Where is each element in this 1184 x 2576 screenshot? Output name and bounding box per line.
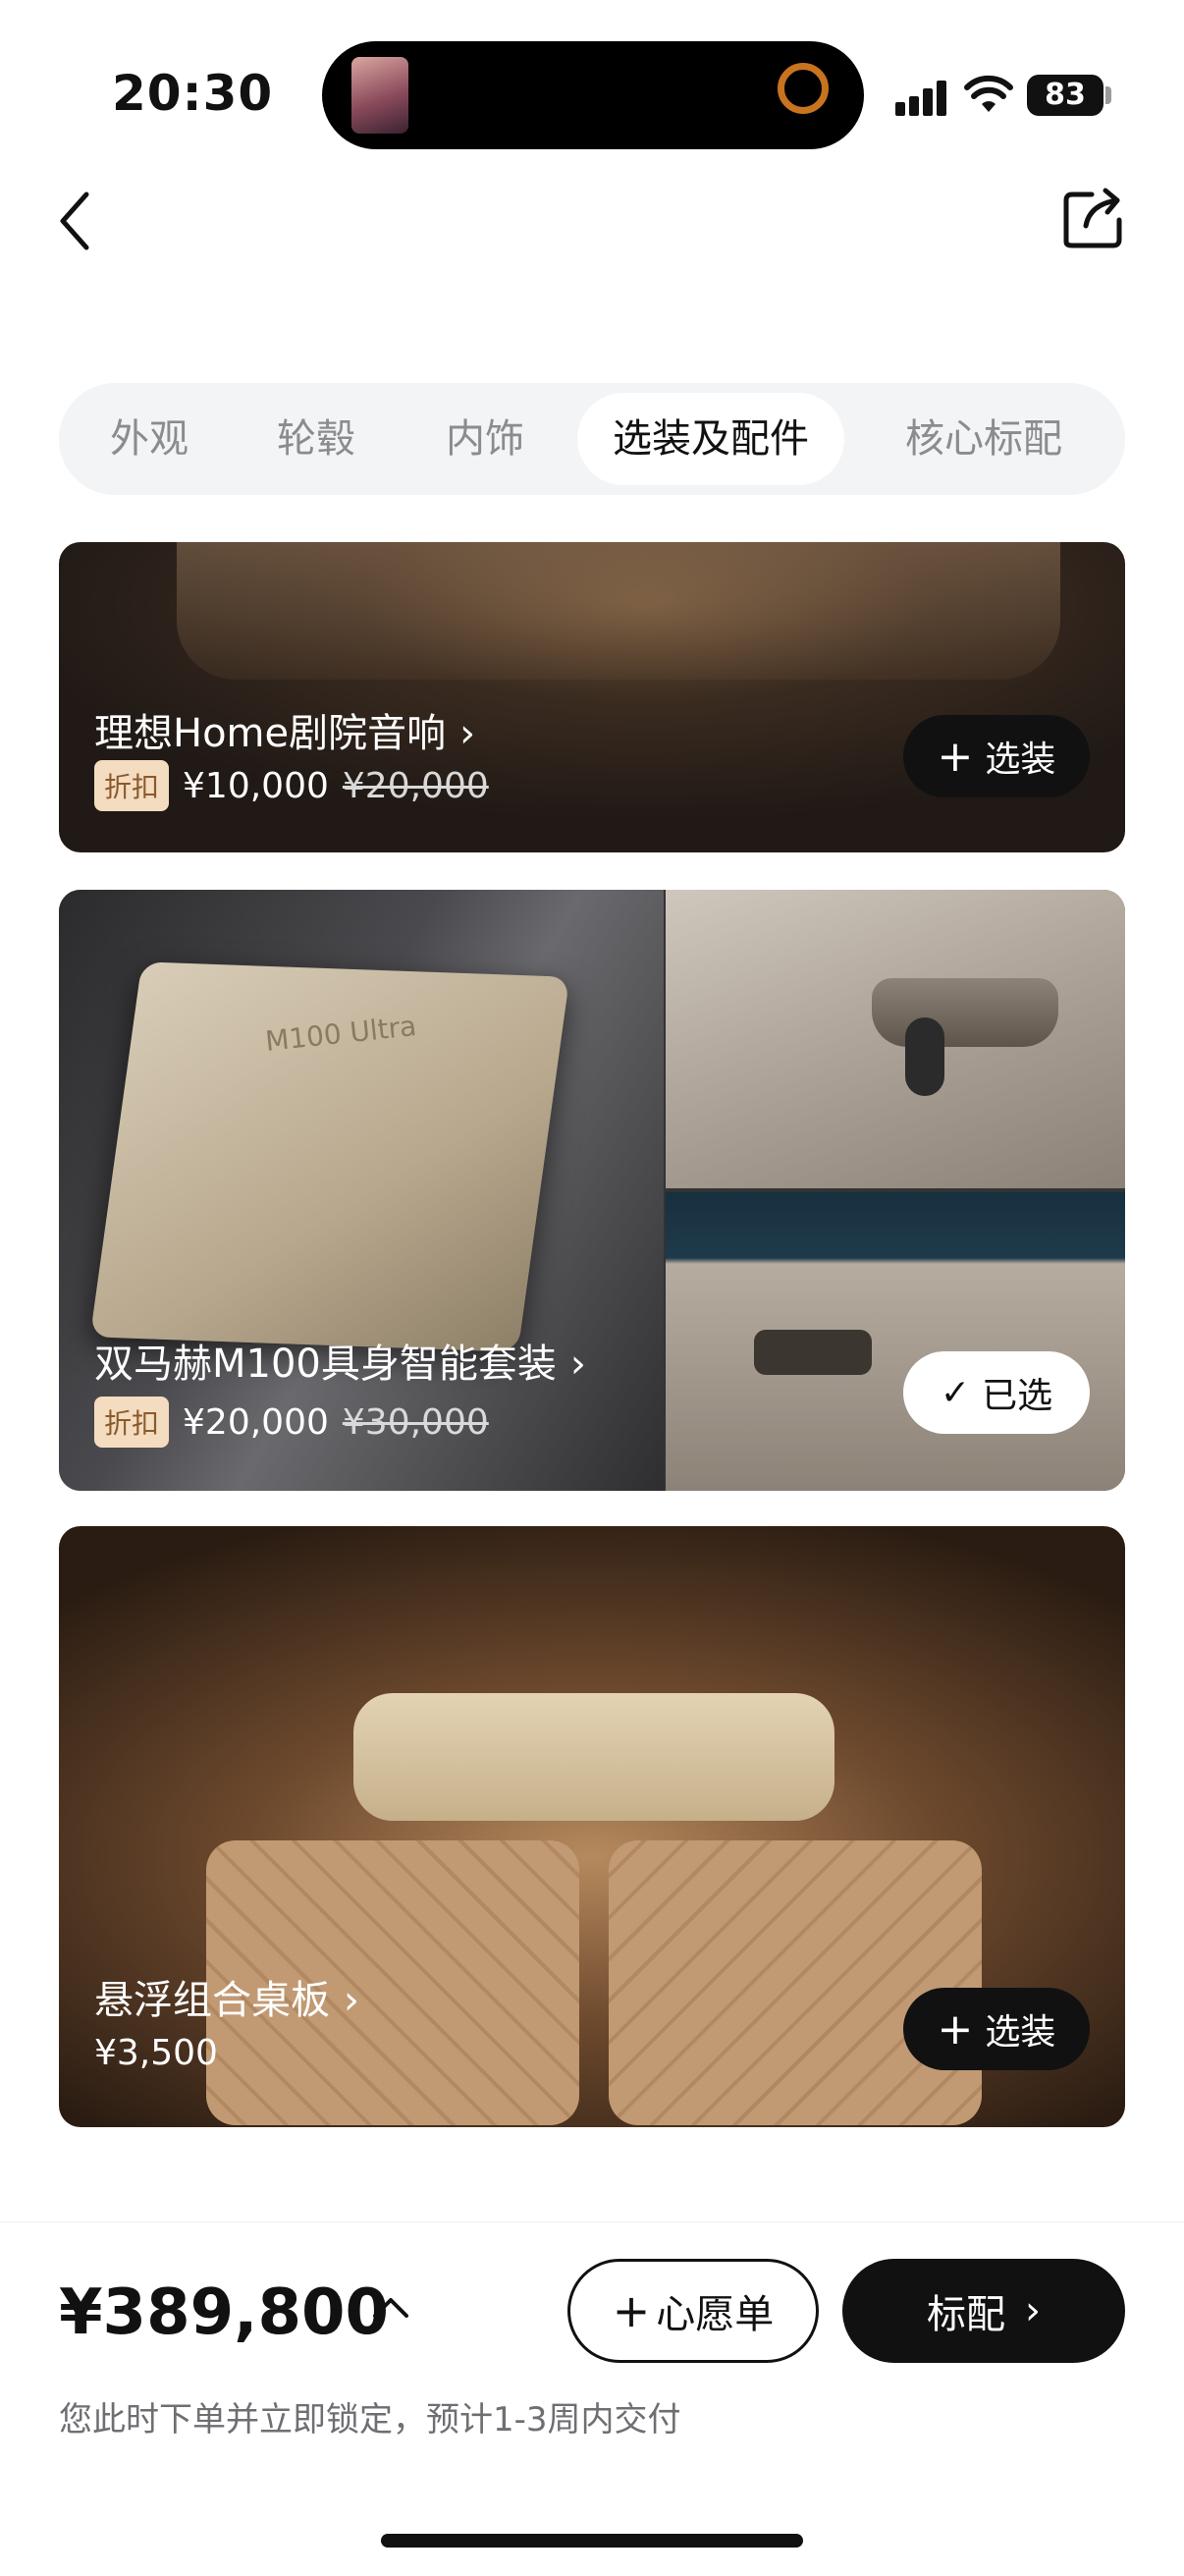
door-camera-image [666, 890, 1125, 1188]
home-indicator[interactable] [381, 2534, 803, 2548]
cellular-signal-icon [895, 81, 948, 116]
battery-nub [1105, 86, 1111, 104]
option-price-row: 折扣 ¥10,000 ¥20,000 [94, 760, 489, 811]
activity-ring-icon [778, 63, 829, 114]
option-card-m100-kit[interactable]: M100 Ultra 双马赫M100具身智能套装 › 折扣 ¥20,000 ¥30… [59, 890, 1125, 1491]
now-playing-thumbnail[interactable] [351, 57, 408, 134]
plus-icon: + [937, 731, 974, 782]
plus-icon: + [937, 2003, 974, 2055]
chevron-right-icon: › [344, 1978, 359, 2023]
discount-badge: 折扣 [94, 760, 170, 811]
chevron-up-icon[interactable] [371, 2292, 410, 2322]
option-title[interactable]: 理想Home剧院音响 › [94, 701, 475, 758]
share-icon[interactable] [1062, 187, 1123, 249]
option-original-price: ¥20,000 [342, 765, 489, 806]
option-price: ¥20,000 [183, 1401, 329, 1443]
option-price-row: 折扣 ¥20,000 ¥30,000 [94, 1397, 489, 1448]
tab-exterior[interactable]: 外观 [110, 383, 188, 495]
add-option-button[interactable]: + 选装 [903, 1988, 1090, 2070]
car-cabin-image [177, 542, 1060, 680]
option-card-floating-table[interactable]: 悬浮组合桌板 › ¥3,500 + 选装 [59, 1526, 1125, 2127]
tab-core-standard[interactable]: 核心标配 [905, 383, 1062, 495]
door-handle-graphic [754, 1330, 872, 1375]
total-price[interactable]: ¥389,800 [59, 2276, 389, 2349]
option-price-row: ¥3,500 [94, 2033, 218, 2073]
chevron-right-icon: › [569, 1342, 586, 1387]
tab-options-accessories[interactable]: 选装及配件 [577, 393, 844, 485]
option-card-theater-audio[interactable]: 理想Home剧院音响 › 折扣 ¥10,000 ¥20,000 + 选装 [59, 542, 1125, 852]
camera-module-graphic [905, 1017, 944, 1096]
plus-icon: + [612, 2284, 651, 2337]
checkmark-icon: ✓ [940, 1372, 971, 1413]
tab-interior[interactable]: 内饰 [446, 383, 524, 495]
wishlist-button[interactable]: + 心愿单 [567, 2259, 819, 2363]
option-price: ¥10,000 [183, 765, 329, 806]
option-price: ¥3,500 [94, 2033, 218, 2073]
option-title[interactable]: 悬浮组合桌板 › [94, 1968, 359, 2025]
category-tabs: 外观 轮毂 内饰 选装及配件 核心标配 [59, 383, 1125, 495]
option-original-price: ¥30,000 [342, 1401, 489, 1443]
chevron-right-icon: › [1025, 2288, 1041, 2333]
standard-config-button[interactable]: 标配 › [842, 2259, 1125, 2363]
discount-badge: 折扣 [94, 1397, 170, 1448]
option-title[interactable]: 双马赫M100具身智能套装 › [94, 1332, 586, 1389]
battery-icon: 83 [1027, 75, 1103, 116]
table-image [353, 1693, 834, 1821]
add-option-button[interactable]: + 选装 [903, 715, 1090, 797]
status-time: 20:30 [112, 65, 274, 122]
delivery-note: 您此时下单并立即锁定，预计1-3周内交付 [59, 2400, 681, 2439]
door-handle-image [666, 1192, 1125, 1491]
chevron-right-icon: › [459, 711, 476, 756]
door-handle-graphic [872, 978, 1058, 1047]
selected-option-button[interactable]: ✓ 已选 [903, 1351, 1090, 1434]
seat-image-right [609, 1840, 982, 2125]
back-chevron-icon[interactable] [51, 187, 100, 255]
tab-wheels[interactable]: 轮毂 [277, 383, 355, 495]
wifi-icon [964, 75, 1013, 112]
